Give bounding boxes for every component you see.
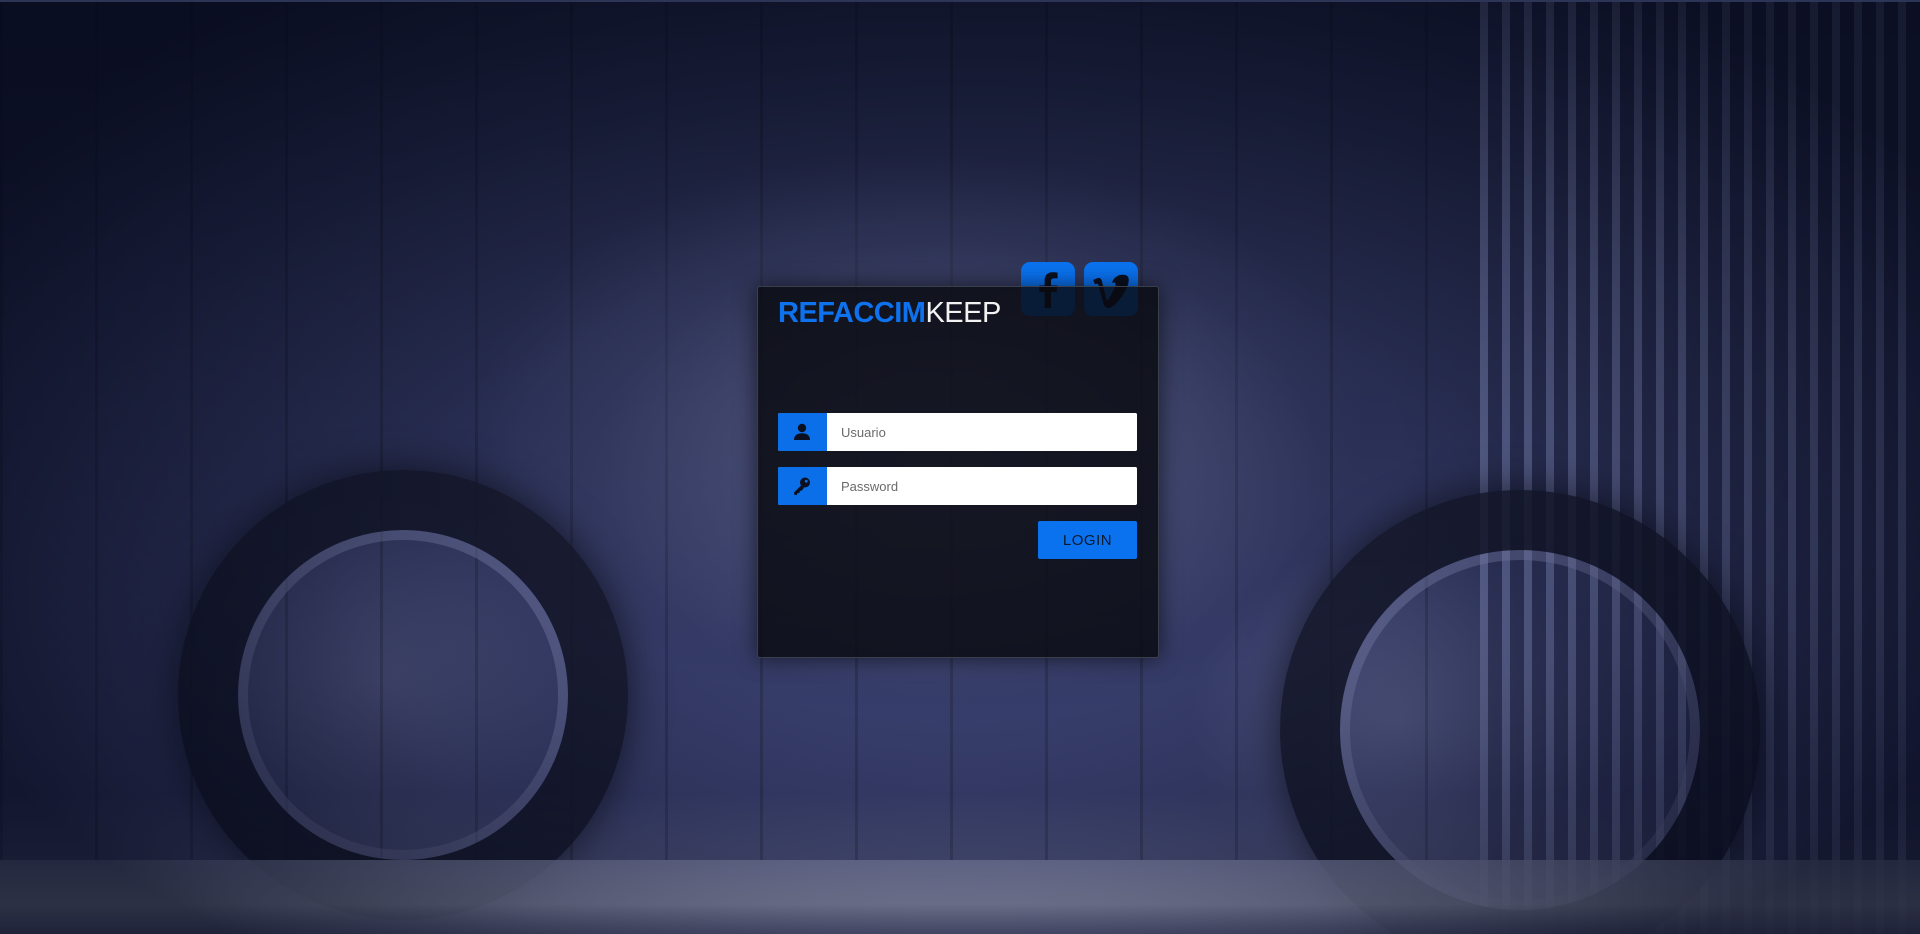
key-icon — [778, 467, 827, 505]
brand-logo: REFACCIMKEEP — [778, 297, 1001, 330]
user-icon — [778, 413, 827, 451]
login-button[interactable]: LOGIN — [1038, 521, 1137, 559]
brand-name-part1: REFACCIM — [778, 297, 926, 329]
username-input[interactable] — [827, 413, 1137, 451]
username-field — [778, 413, 1137, 451]
login-panel: REFACCIMKEEP LOGIN — [757, 286, 1159, 658]
password-field — [778, 467, 1137, 505]
password-input[interactable] — [827, 467, 1137, 505]
brand-name-part2: KEEP — [925, 297, 1001, 329]
top-border — [0, 0, 1920, 2]
